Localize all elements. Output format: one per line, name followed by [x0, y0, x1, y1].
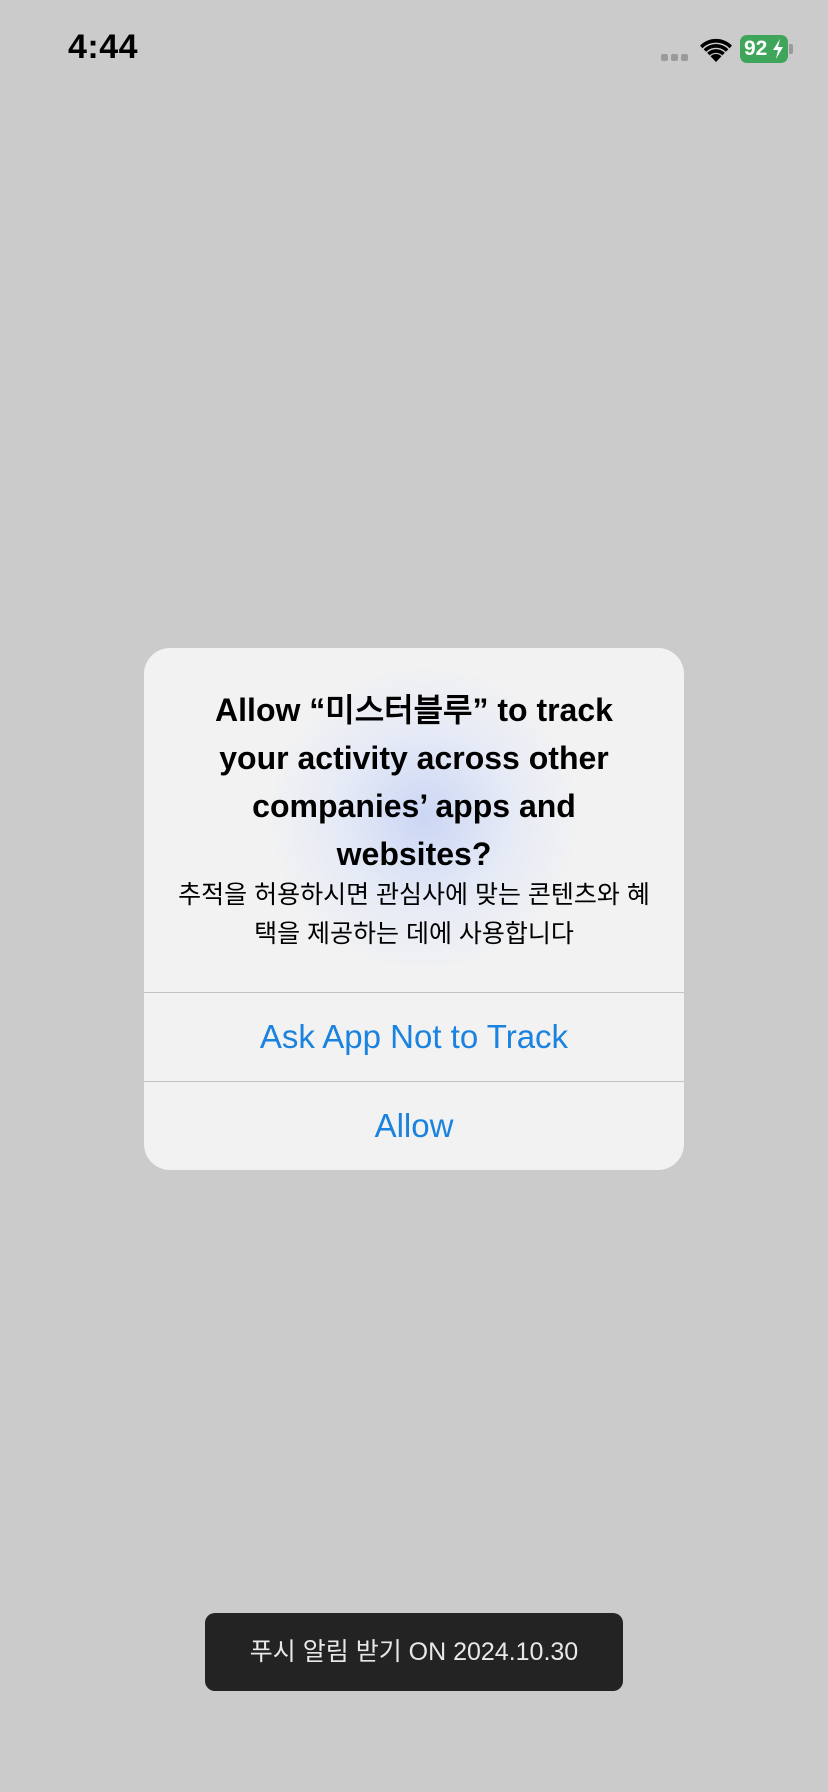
toast-message: 푸시 알림 받기 ON 2024.10.30	[205, 1613, 623, 1691]
allow-button[interactable]: Allow	[144, 1082, 684, 1170]
tracking-permission-alert: Allow “미스터블루” to track your activity acr…	[144, 648, 684, 1170]
alert-content: Allow “미스터블루” to track your activity acr…	[144, 648, 684, 992]
battery-cap	[789, 44, 793, 54]
wifi-icon	[698, 36, 734, 64]
charging-bolt-icon	[773, 39, 783, 59]
ask-app-not-to-track-button[interactable]: Ask App Not to Track	[144, 993, 684, 1081]
battery-indicator: 92	[740, 35, 793, 63]
alert-title: Allow “미스터블루” to track your activity acr…	[215, 692, 613, 872]
status-time: 4:44	[68, 28, 139, 66]
alert-message: 추적을 허용하시면 관심사에 맞는 콘텐츠와 혜택을 제공하는 데에 사용합니다	[178, 881, 650, 948]
status-bar: 4:44 92	[0, 0, 828, 100]
cellular-signal-icon	[661, 54, 691, 62]
